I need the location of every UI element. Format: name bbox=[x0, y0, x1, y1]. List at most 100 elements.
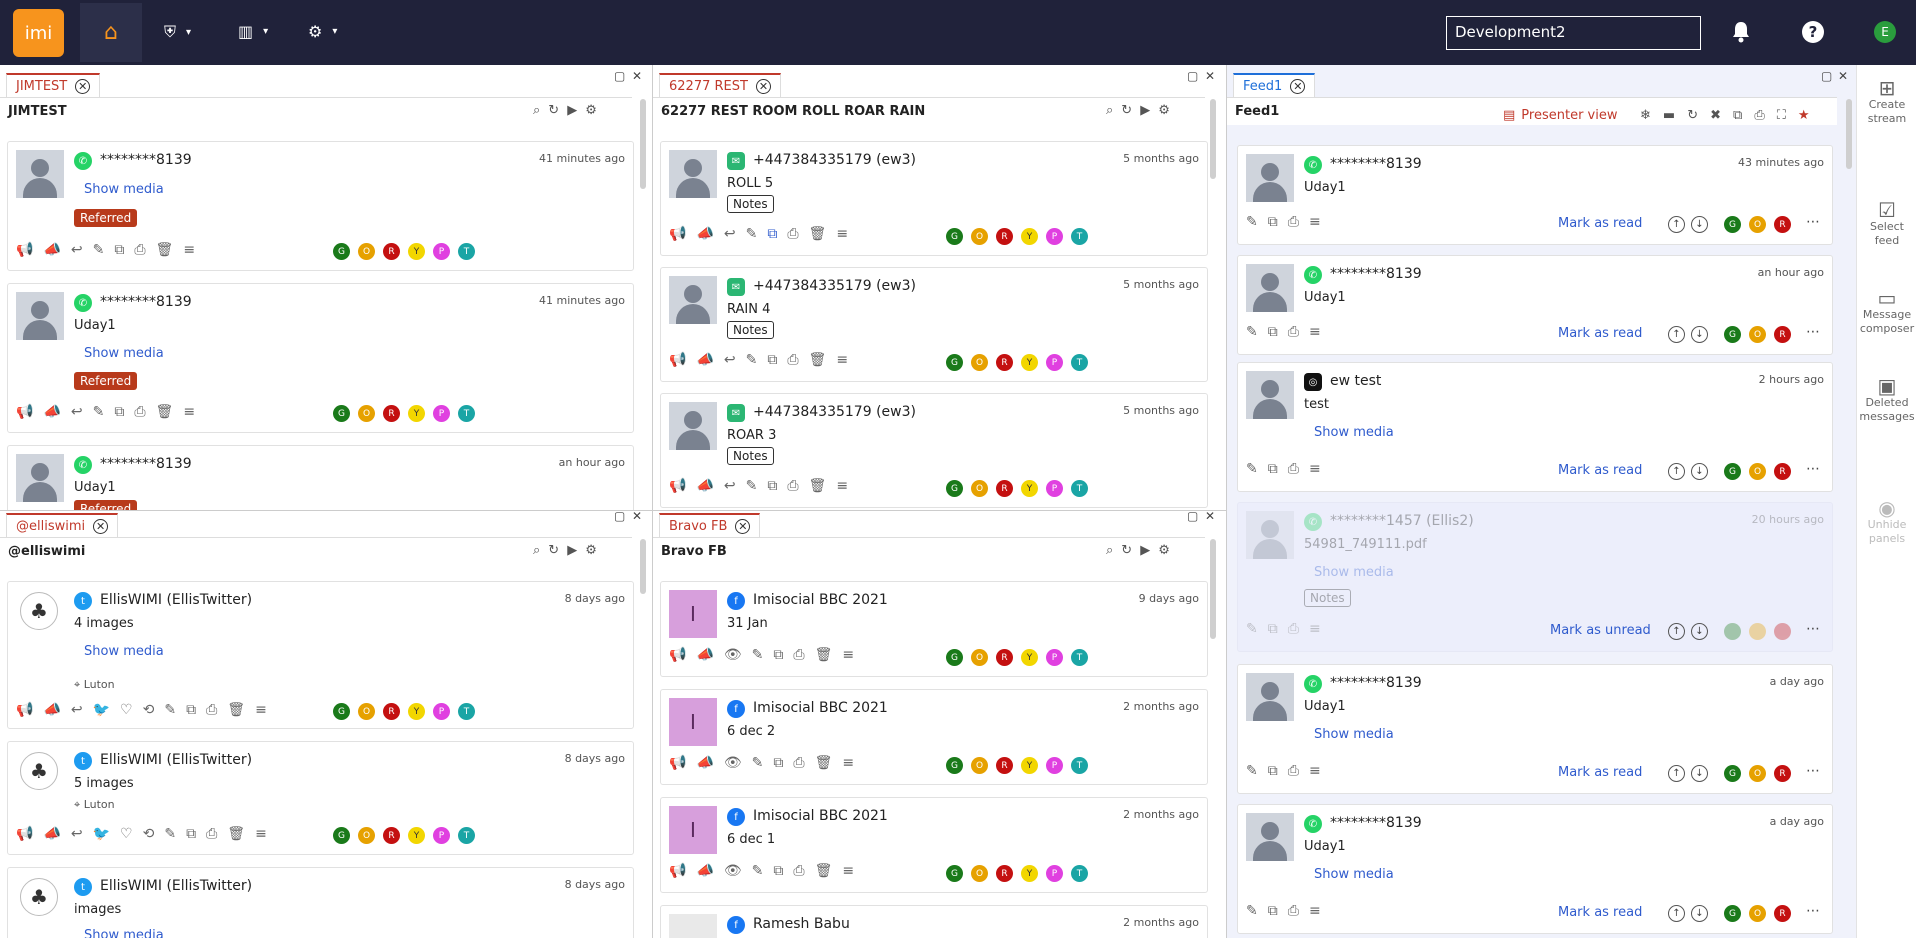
print-icon[interactable]: ⎙ bbox=[206, 702, 217, 718]
copy-icon[interactable]: ⧉ bbox=[773, 647, 783, 663]
unhide-panels-button[interactable]: ◉ Unhide panels bbox=[1857, 498, 1916, 546]
delete-icon[interactable]: 🗑 bbox=[809, 478, 827, 494]
close-icon[interactable]: ✕ bbox=[735, 518, 751, 534]
close-icon[interactable]: ✕ bbox=[1205, 509, 1215, 523]
more-icon[interactable]: ⋯ bbox=[1806, 461, 1820, 477]
mark-read-button[interactable]: Mark as read bbox=[1558, 905, 1642, 920]
print-icon[interactable]: ⎙ bbox=[787, 226, 798, 242]
edit-icon[interactable]: ✎ bbox=[164, 702, 176, 718]
arrow-up-icon[interactable]: ↑ bbox=[1668, 623, 1685, 640]
tag-y[interactable]: Y bbox=[1021, 865, 1038, 882]
tag-o[interactable]: O bbox=[1749, 326, 1766, 343]
edit-icon[interactable]: ✎ bbox=[93, 404, 105, 420]
print-icon[interactable]: ⎙ bbox=[1288, 763, 1299, 779]
close-icon[interactable]: ✕ bbox=[632, 69, 642, 83]
menu-icon[interactable]: ≡ bbox=[1309, 324, 1321, 340]
show-media-link[interactable]: Show media bbox=[84, 182, 164, 197]
menu-icon[interactable]: ≡ bbox=[836, 226, 848, 242]
more-icon[interactable]: ⋯ bbox=[1806, 763, 1820, 779]
tag-r[interactable]: R bbox=[383, 703, 400, 720]
megaphone-icon[interactable]: 📢 bbox=[16, 826, 33, 842]
star-icon[interactable]: ★ bbox=[1798, 108, 1810, 123]
menu-icon[interactable]: ≡ bbox=[836, 478, 848, 494]
message-card[interactable]: I f Imisocial BBC 2021 2 months ago 6 de… bbox=[660, 689, 1208, 785]
tag-y[interactable]: Y bbox=[1021, 228, 1038, 245]
tag-o[interactable]: O bbox=[1749, 463, 1766, 480]
delete-icon[interactable]: 🗑 bbox=[227, 702, 245, 718]
settings-icon[interactable]: ⚙ bbox=[1158, 543, 1170, 558]
tag-g[interactable]: G bbox=[333, 243, 350, 260]
tag-g[interactable]: G bbox=[946, 649, 963, 666]
create-stream-button[interactable]: ⊞ Create stream bbox=[1857, 78, 1916, 126]
admin-menu[interactable]: ⚙ ▾ bbox=[308, 22, 337, 41]
arrow-down-icon[interactable]: ↓ bbox=[1691, 905, 1708, 922]
menu-icon[interactable]: ≡ bbox=[842, 863, 854, 879]
copy-icon[interactable]: ⧉ bbox=[767, 478, 777, 494]
arrow-up-icon[interactable]: ↑ bbox=[1668, 326, 1685, 343]
copy-icon[interactable]: ⧉ bbox=[1733, 108, 1742, 123]
show-media-link[interactable]: Show media bbox=[1314, 425, 1394, 440]
delete-icon[interactable]: 🗑 bbox=[809, 226, 827, 242]
notifications-button[interactable] bbox=[1730, 20, 1752, 48]
arrow-up-icon[interactable]: ↑ bbox=[1668, 905, 1685, 922]
copy-icon[interactable]: ⧉ bbox=[1268, 214, 1278, 230]
message-card[interactable]: ✆ ********8139 a day ago Uday1 Show medi… bbox=[1237, 804, 1833, 934]
tag-g[interactable]: G bbox=[1724, 765, 1741, 782]
tag-r[interactable]: R bbox=[383, 243, 400, 260]
tag-y[interactable]: Y bbox=[408, 703, 425, 720]
more-icon[interactable]: ⋯ bbox=[1806, 903, 1820, 919]
tag-p[interactable]: P bbox=[1046, 649, 1063, 666]
copy-icon[interactable]: ⧉ bbox=[1268, 621, 1278, 637]
layout-icon[interactable]: ▬ bbox=[1663, 108, 1675, 123]
tag-o[interactable]: O bbox=[1749, 905, 1766, 922]
reply-icon[interactable]: ↩ bbox=[724, 352, 736, 368]
menu-icon[interactable]: ≡ bbox=[1309, 621, 1321, 637]
arrow-down-icon[interactable]: ↓ bbox=[1691, 326, 1708, 343]
mark-read-button[interactable]: Mark as read bbox=[1558, 765, 1642, 780]
megaphone-icon[interactable]: 📢 bbox=[669, 755, 686, 771]
message-card[interactable]: ♣ t EllisWIMI (EllisTwitter) 8 days ago … bbox=[7, 741, 634, 855]
select-feed-button[interactable]: ☑ Select feed bbox=[1857, 200, 1916, 248]
notes-button[interactable]: Notes bbox=[727, 447, 774, 465]
deleted-messages-button[interactable]: ▣ Deleted messages bbox=[1857, 376, 1916, 424]
notes-button[interactable]: Notes bbox=[1304, 589, 1351, 607]
mark-read-button[interactable]: Mark as read bbox=[1558, 216, 1642, 231]
message-card[interactable]: ✆ ********8139 41 minutes ago Uday1 Show… bbox=[7, 283, 634, 433]
tag-r[interactable]: R bbox=[996, 228, 1013, 245]
tag-o[interactable]: O bbox=[971, 649, 988, 666]
reply-icon[interactable]: ↩ bbox=[71, 404, 83, 420]
menu-icon[interactable]: ≡ bbox=[836, 352, 848, 368]
show-media-link[interactable]: Show media bbox=[84, 644, 164, 659]
message-card[interactable]: ✆ ********8139 41 minutes ago Show media… bbox=[7, 141, 634, 271]
message-card[interactable]: ✆ ********8139 a day ago Uday1 Show medi… bbox=[1237, 664, 1833, 794]
menu-icon[interactable]: ≡ bbox=[1309, 763, 1321, 779]
print-icon[interactable]: ⎙ bbox=[134, 242, 145, 258]
megaphone-plus-icon[interactable]: 📣 bbox=[696, 352, 713, 368]
tag-g[interactable]: G bbox=[1724, 905, 1741, 922]
panel-tab[interactable]: Feed1 ✕ bbox=[1233, 73, 1316, 97]
print-icon[interactable]: ⎙ bbox=[1288, 461, 1299, 477]
arrow-down-icon[interactable]: ↓ bbox=[1691, 623, 1708, 640]
menu-icon[interactable]: ≡ bbox=[255, 702, 267, 718]
message-card[interactable]: ♣ t EllisWIMI (EllisTwitter) 8 days ago … bbox=[7, 867, 634, 938]
tag-o[interactable]: O bbox=[971, 228, 988, 245]
home-button[interactable]: ⌂ bbox=[80, 3, 142, 62]
notes-button[interactable]: Notes bbox=[727, 195, 774, 213]
print-icon[interactable]: ⎙ bbox=[1288, 214, 1299, 230]
tag-y[interactable]: Y bbox=[1021, 649, 1038, 666]
scrollbar[interactable] bbox=[1210, 539, 1216, 639]
print-icon[interactable]: ⎙ bbox=[793, 755, 804, 771]
tag-p[interactable]: P bbox=[433, 405, 450, 422]
scrollbar[interactable] bbox=[1210, 99, 1216, 179]
user-avatar[interactable]: E bbox=[1874, 21, 1896, 43]
edit-icon[interactable]: ✎ bbox=[752, 755, 764, 771]
compliance-menu[interactable]: ⛨ ▾ bbox=[164, 22, 191, 42]
edit-icon[interactable]: ✎ bbox=[746, 226, 758, 242]
tag-t[interactable]: T bbox=[458, 827, 475, 844]
eye-icon[interactable]: 👁 bbox=[724, 647, 742, 663]
edit-icon[interactable]: ✎ bbox=[1246, 903, 1258, 919]
copy-icon[interactable]: ⧉ bbox=[186, 702, 196, 718]
search-icon[interactable]: ⌕ bbox=[533, 103, 540, 118]
close-icon[interactable]: ✕ bbox=[1290, 78, 1306, 94]
edit-icon[interactable]: ✎ bbox=[93, 242, 105, 258]
